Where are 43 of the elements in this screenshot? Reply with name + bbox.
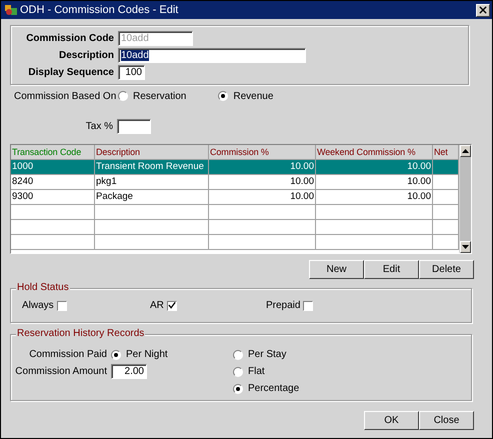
checkbox-label[interactable]: Prepaid bbox=[266, 300, 300, 311]
table-cell: 1000 bbox=[11, 160, 95, 175]
radio-label[interactable]: Flat bbox=[248, 366, 265, 377]
field-label: Description bbox=[58, 50, 114, 61]
dialog-button[interactable]: Close bbox=[419, 411, 474, 430]
group-title: Hold Status bbox=[16, 282, 70, 293]
radio-label[interactable]: Reservation bbox=[133, 90, 186, 102]
radio-label[interactable]: Revenue bbox=[233, 90, 274, 102]
table-button[interactable]: Delete bbox=[419, 260, 474, 279]
field-label: Commission Paid bbox=[28, 349, 107, 360]
table-cell: 8240 bbox=[11, 175, 95, 190]
radio-label[interactable]: Percentage bbox=[248, 383, 300, 394]
checkbox-label[interactable]: AR bbox=[150, 300, 164, 311]
column-header[interactable]: Weekend Commission % bbox=[316, 145, 433, 160]
field-label: Commission Based On bbox=[14, 90, 118, 102]
table-cell: 10.00 bbox=[316, 190, 433, 205]
table-cell: Package bbox=[95, 190, 209, 205]
input-field[interactable]: 100 bbox=[118, 65, 145, 80]
table-cell: pkg1 bbox=[95, 175, 209, 190]
radio-label[interactable]: Per Night bbox=[126, 349, 168, 360]
table-cell: 10.00 bbox=[209, 160, 316, 175]
column-header[interactable]: Commission % bbox=[209, 145, 316, 160]
table-button[interactable]: Edit bbox=[364, 260, 419, 279]
table-cell: 10.00 bbox=[209, 190, 316, 205]
checkbox-label[interactable]: Always bbox=[22, 300, 54, 311]
table-cell: 10.00 bbox=[316, 160, 433, 175]
field-label: Tax % bbox=[84, 121, 113, 132]
field-label: Commission Code bbox=[25, 33, 114, 44]
group-title: Reservation History Records bbox=[16, 328, 146, 339]
table-button[interactable]: New bbox=[309, 260, 364, 279]
dialog-button[interactable]: OK bbox=[364, 411, 419, 430]
table-cell: 10.00 bbox=[316, 175, 433, 190]
input-field[interactable]: 2.00 bbox=[111, 364, 147, 379]
table-cell: 10.00 bbox=[209, 175, 316, 190]
table-cell: Transient Room Revenue bbox=[95, 160, 209, 175]
column-header[interactable]: Net bbox=[433, 145, 459, 160]
input-field[interactable]: 10add bbox=[118, 48, 306, 63]
window-title: ODH - Commission Codes - Edit bbox=[20, 4, 180, 16]
field-label: Display Sequence bbox=[27, 67, 114, 78]
radio-label[interactable]: Per Stay bbox=[248, 349, 286, 360]
field-label: Commission Amount bbox=[15, 366, 107, 377]
table-cell: 9300 bbox=[11, 190, 95, 205]
column-header[interactable]: Description bbox=[95, 145, 209, 160]
